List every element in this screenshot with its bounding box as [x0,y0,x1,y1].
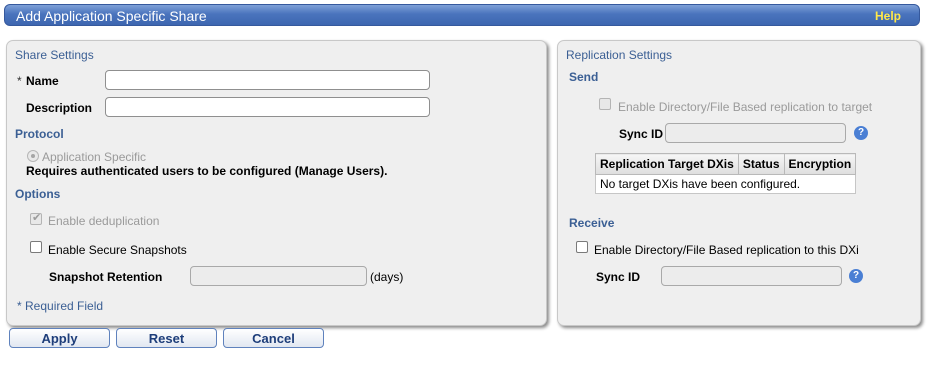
application-specific-radio[interactable] [27,150,39,162]
snapshot-retention-label: Snapshot Retention [49,270,163,284]
enable-secure-snapshots-checkbox[interactable] [30,241,42,253]
description-input[interactable] [105,97,430,117]
table-header-row: Replication Target DXis Status Encryptio… [595,153,857,175]
send-sync-id-input[interactable] [665,123,846,143]
receive-heading: Receive [569,216,615,230]
reset-button[interactable]: Reset [116,328,217,348]
send-heading: Send [569,70,599,84]
send-sync-id-label: Sync ID [619,127,664,141]
send-enable-checkbox[interactable] [599,98,611,110]
send-enable-label: Enable Directory/File Based replication … [618,100,873,114]
table-row: No target DXis have been configured. [594,174,857,194]
name-input[interactable] [105,70,430,90]
receive-sync-id-help-icon[interactable]: ? [849,269,863,283]
receive-sync-id-input[interactable] [661,266,842,286]
replication-targets-table: Replication Target DXis Status Encryptio… [594,153,857,194]
required-star: * [17,74,22,88]
dialog-title-bar: Add Application Specific Share Help [4,4,920,26]
help-link[interactable]: Help [875,9,901,23]
column-header-encryption[interactable]: Encryption [783,153,857,175]
enable-deduplication-checkbox[interactable]: ✔ [30,212,42,225]
receive-enable-label: Enable Directory/File Based replication … [594,243,859,257]
snapshot-retention-input[interactable] [190,266,367,286]
description-label: Description [26,101,93,115]
replication-settings-heading: Replication Settings [566,48,673,62]
dialog-title: Add Application Specific Share [16,8,207,24]
share-settings-heading: Share Settings [15,48,94,62]
required-field-note: * Required Field [17,299,104,313]
send-sync-id-help-icon[interactable]: ? [854,126,868,140]
cancel-button[interactable]: Cancel [223,328,324,348]
receive-sync-id-label: Sync ID [596,270,641,284]
enable-secure-snapshots-label: Enable Secure Snapshots [48,243,187,257]
receive-enable-checkbox[interactable] [576,241,588,253]
column-header-status[interactable]: Status [737,153,785,175]
protocol-note: Requires authenticated users to be confi… [26,164,388,178]
apply-button[interactable]: Apply [9,328,110,348]
days-unit-label: (days) [370,270,404,284]
enable-deduplication-label: Enable deduplication [48,214,160,228]
application-specific-label: Application Specific [42,150,147,164]
column-header-target[interactable]: Replication Target DXis [595,153,739,175]
protocol-heading: Protocol [15,127,64,141]
checkmark-icon: ✔ [32,212,42,224]
radio-dot [31,154,35,158]
name-label: Name [26,74,59,88]
options-heading: Options [15,187,61,201]
empty-table-message: No target DXis have been configured. [594,174,857,194]
